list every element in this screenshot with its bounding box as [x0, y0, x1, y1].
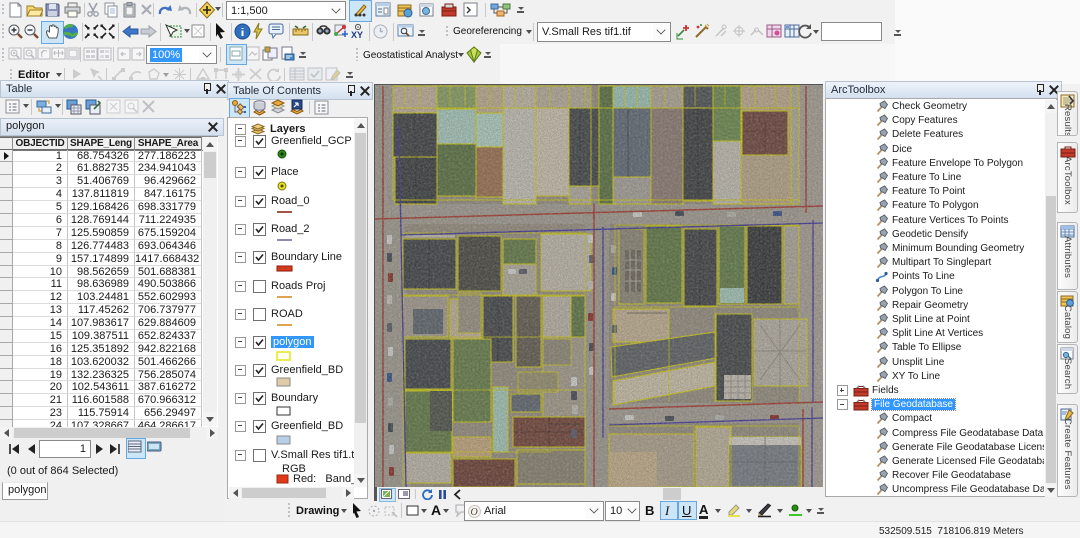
- svg-text:XY: XY: [351, 30, 363, 40]
- svg-text:O: O: [471, 507, 478, 518]
